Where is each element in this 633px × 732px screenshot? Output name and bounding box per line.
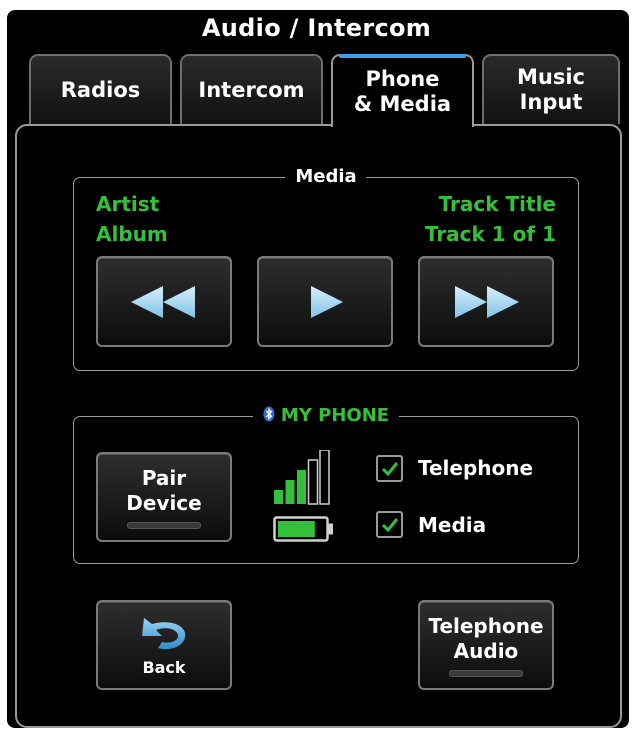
tab-label: Intercom	[198, 77, 305, 102]
bluetooth-icon	[263, 406, 275, 422]
track-position-text: Track 1 of 1	[424, 222, 556, 246]
my-phone-label-text: MY PHONE	[280, 405, 390, 426]
signal-bar	[319, 450, 330, 505]
signal-bar	[297, 470, 306, 504]
checkmark-icon	[381, 462, 398, 476]
tab-radios[interactable]: Radios	[29, 54, 172, 124]
telephone-option-label: Telephone	[418, 456, 534, 480]
signal-strength-icon	[274, 450, 330, 505]
tab-phone-media[interactable]: Phone & Media	[331, 54, 474, 127]
play-icon	[311, 285, 343, 318]
back-button[interactable]: Back	[96, 600, 232, 690]
checkmark-icon	[381, 518, 398, 532]
media-group-label: Media	[285, 166, 367, 187]
battery-icon	[273, 516, 333, 542]
back-label: Back	[142, 657, 186, 677]
my-phone-group-label: MY PHONE	[252, 405, 400, 426]
back-arrow-icon	[142, 617, 186, 649]
album-text: Album	[96, 222, 168, 246]
pair-device-annunciator	[127, 521, 201, 529]
tab-label: Phone & Media	[353, 66, 452, 116]
track-title-text: Track Title	[438, 192, 556, 216]
telephone-audio-button[interactable]: Telephone Audio	[418, 600, 554, 690]
artist-text: Artist	[96, 192, 160, 216]
rewind-button[interactable]	[96, 256, 232, 347]
tab-intercom[interactable]: Intercom	[180, 54, 323, 124]
rewind-icon	[131, 285, 195, 318]
page-title: Audio / Intercom	[201, 14, 432, 42]
media-option-label: Media	[418, 513, 487, 537]
signal-bar	[274, 490, 283, 504]
signal-bar	[285, 480, 295, 504]
tab-label: Radios	[60, 77, 141, 102]
telephone-audio-label: Telephone Audio	[428, 613, 544, 663]
tab-label: Music Input	[517, 65, 585, 114]
pair-device-button[interactable]: Pair Device	[96, 452, 232, 542]
fast-forward-icon	[455, 285, 519, 318]
play-button[interactable]	[257, 256, 393, 347]
signal-bar	[307, 459, 319, 505]
pair-device-label: Pair Device	[126, 465, 202, 515]
fast-forward-button[interactable]	[418, 256, 554, 347]
media-checkbox[interactable]	[376, 511, 403, 538]
tab-music-input[interactable]: Music Input	[482, 54, 620, 124]
telephone-audio-annunciator	[449, 669, 523, 677]
telephone-checkbox[interactable]	[376, 455, 403, 482]
